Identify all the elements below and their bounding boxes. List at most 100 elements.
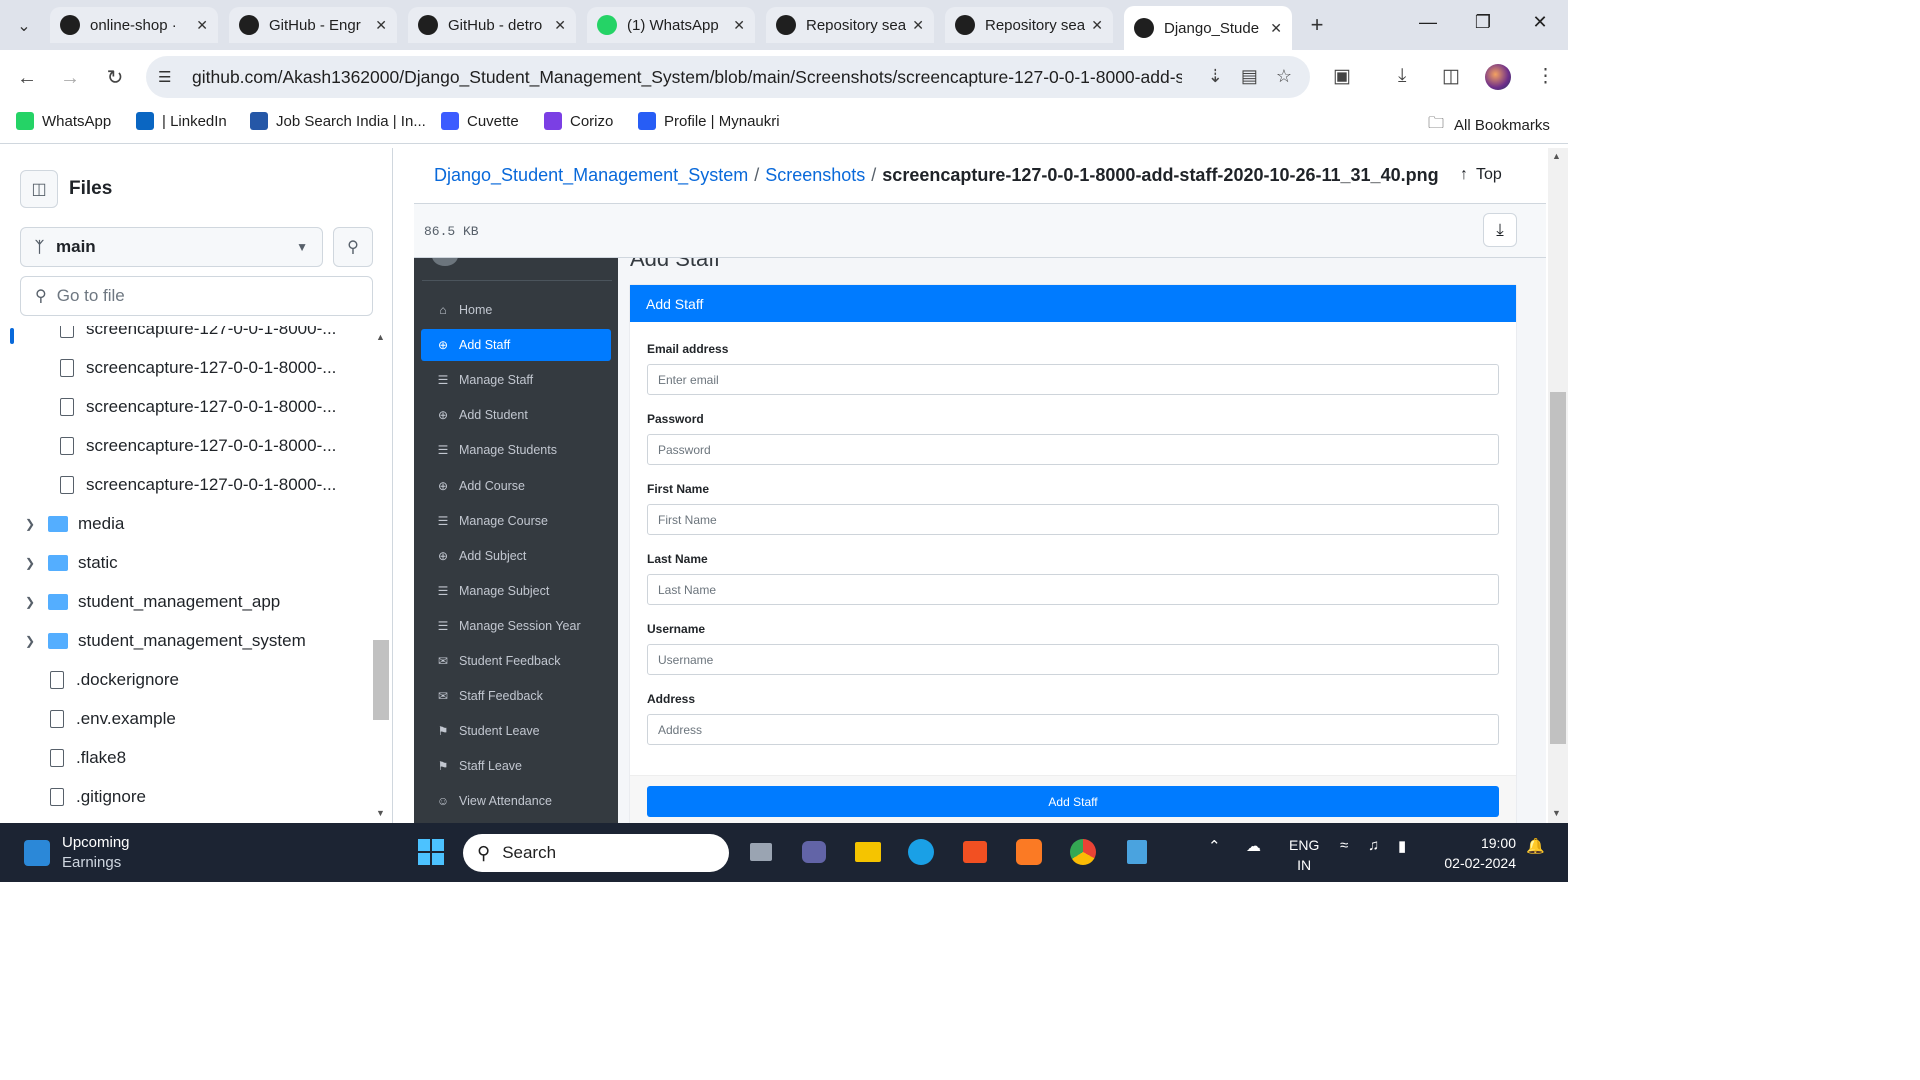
bookmark-label: Corizo [570, 112, 614, 130]
close-tab-icon[interactable]: ✕ [733, 17, 745, 34]
breadcrumb-repo-link[interactable]: Django_Student_Management_System [434, 165, 748, 186]
browser-tab[interactable]: GitHub - detro ✕ [408, 7, 576, 43]
close-tab-icon[interactable]: ✕ [1270, 20, 1282, 37]
browser-tab[interactable]: (1) WhatsApp ✕ [587, 7, 755, 43]
bookmark-item[interactable]: Cuvette [441, 112, 519, 130]
wifi-icon[interactable]: ≈ [1340, 837, 1348, 854]
tree-folder-item[interactable]: ❯ media [0, 504, 360, 543]
tree-file-item[interactable]: .gitignore [0, 777, 360, 816]
tree-folder-item[interactable]: ❯ static [0, 543, 360, 582]
tab-label: GitHub - detro [448, 16, 543, 34]
tree-file-item[interactable]: screencapture-127-0-0-1-8000-... [0, 326, 360, 348]
install-app-icon[interactable]: ⇣ [1208, 66, 1223, 87]
site-info-icon[interactable]: ☰ [158, 68, 182, 86]
edge-icon[interactable] [904, 835, 938, 869]
volume-icon[interactable]: ♫ [1368, 837, 1379, 854]
address-bar[interactable]: ☰ github.com/Akash1362000/Django_Student… [146, 56, 1310, 98]
task-view-icon[interactable] [744, 835, 778, 869]
preview-nav-item: ☰ Manage Course [421, 505, 611, 537]
restore-button[interactable]: ❐ [1468, 12, 1498, 33]
notepad-icon[interactable] [1120, 835, 1154, 869]
battery-icon[interactable]: ▮ [1398, 837, 1406, 855]
scroll-up-icon[interactable]: ▲ [376, 332, 385, 342]
notifications-bell-icon[interactable]: 🔔 [1526, 837, 1545, 855]
page-scrollbar[interactable]: ▲ ▼ [1548, 148, 1568, 823]
chrome-icon[interactable] [1066, 835, 1100, 869]
minimize-button[interactable]: — [1413, 12, 1443, 33]
browser-tab[interactable]: GitHub - Engr ✕ [229, 7, 397, 43]
chevron-right-icon[interactable]: ❯ [20, 595, 40, 609]
tree-file-item[interactable]: .dockerignore [0, 660, 360, 699]
browser-tab[interactable]: Repository sea ✕ [766, 7, 934, 43]
collapse-panel-icon[interactable]: ◫ [20, 170, 58, 208]
scroll-down-icon[interactable]: ▼ [1552, 808, 1561, 818]
file-explorer-icon[interactable] [851, 835, 885, 869]
tree-file-item[interactable]: .flake8 [0, 738, 360, 777]
language-indicator[interactable]: ENG IN [1289, 835, 1319, 875]
xampp-icon[interactable] [1012, 835, 1046, 869]
search-button[interactable]: ⚲ [333, 227, 373, 267]
bookmark-star-icon[interactable]: ☆ [1276, 66, 1292, 87]
go-to-file-input[interactable]: ⚲ Go to file [20, 276, 373, 316]
extensions-icon[interactable]: ▣ [1333, 65, 1351, 88]
taskbar-search[interactable]: ⚲ Search [463, 834, 729, 872]
image-preview: ⌂ Home ⊕ Add Staff ☰ Manage Staff ⊕ Add Student… [414, 258, 1546, 823]
tree-file-item[interactable]: screencapture-127-0-0-1-8000-... [0, 348, 360, 387]
all-bookmarks[interactable]: 🗀 All Bookmarks [1428, 112, 1550, 139]
browser-tab[interactable]: Repository sea ✕ [945, 7, 1113, 43]
chevron-right-icon[interactable]: ❯ [20, 517, 40, 531]
close-tab-icon[interactable]: ✕ [375, 17, 387, 34]
download-raw-button[interactable]: ⤓ [1483, 213, 1517, 247]
bookmark-item[interactable]: Job Search India | In... [250, 112, 426, 130]
translate-icon[interactable]: ▤ [1241, 66, 1258, 87]
profile-avatar[interactable] [1485, 64, 1511, 90]
file-tree-sidebar: ◫ Files ᛉ main ▼ ⚲ ⚲ Go to file screenca… [0, 148, 393, 823]
scroll-down-icon[interactable]: ▼ [376, 808, 385, 818]
browser-tab[interactable]: online-shop · ✕ [50, 7, 218, 43]
browser-tab[interactable]: Django_Stude ✕ [1124, 6, 1292, 50]
downloads-icon[interactable]: ⤓ [1398, 65, 1406, 87]
weather-widget[interactable]: Upcoming Earnings [24, 833, 130, 873]
back-button[interactable]: ← [14, 65, 40, 91]
chevron-right-icon[interactable]: ❯ [20, 556, 40, 570]
menu-kebab-icon[interactable]: ⋮ [1536, 65, 1555, 88]
reload-button[interactable]: ↻ [102, 65, 128, 91]
tree-file-item[interactable]: screencapture-127-0-0-1-8000-... [0, 465, 360, 504]
branch-selector[interactable]: ᛉ main ▼ [20, 227, 323, 267]
onedrive-cloud-icon[interactable]: ☁ [1246, 837, 1261, 855]
top-link[interactable]: ↑ Top [1460, 166, 1502, 184]
store-icon[interactable] [958, 835, 992, 869]
forward-button[interactable]: → [57, 65, 83, 91]
close-window-button[interactable]: ✕ [1525, 12, 1555, 33]
tab-search-chevron-icon[interactable]: ⌄ [10, 12, 38, 40]
tree-folder-item[interactable]: ❯ student_management_app [0, 582, 360, 621]
sidebar-scroll-thumb[interactable] [373, 640, 389, 720]
close-tab-icon[interactable]: ✕ [912, 17, 924, 34]
close-tab-icon[interactable]: ✕ [196, 17, 208, 34]
close-tab-icon[interactable]: ✕ [554, 17, 566, 34]
page-scroll-thumb[interactable] [1550, 392, 1566, 744]
bookmark-item[interactable]: WhatsApp [16, 112, 111, 130]
bookmark-item[interactable]: Profile | Mynaukri [638, 112, 780, 130]
bookmark-item[interactable]: Corizo [544, 112, 613, 130]
side-panel-icon[interactable]: ◫ [1442, 65, 1460, 88]
tree-file-item[interactable]: .env.example [0, 699, 360, 738]
close-tab-icon[interactable]: ✕ [1091, 17, 1103, 34]
tree-file-item[interactable]: screencapture-127-0-0-1-8000-... [0, 387, 360, 426]
file-icon [60, 358, 74, 377]
sidebar-scrollbar[interactable]: ▲ ▼ [372, 326, 390, 823]
tree-folder-item[interactable]: ❯ student_management_system [0, 621, 360, 660]
scroll-up-icon[interactable]: ▲ [1552, 151, 1561, 161]
github-icon [776, 15, 796, 35]
new-tab-button[interactable]: + [1303, 11, 1331, 39]
tree-file-item[interactable]: screencapture-127-0-0-1-8000-... [0, 426, 360, 465]
start-windows-icon[interactable] [414, 835, 448, 869]
list-icon: ☰ [437, 583, 449, 598]
chevron-right-icon[interactable]: ❯ [20, 634, 40, 648]
show-hidden-icons-chevron-icon[interactable]: ⌃ [1208, 837, 1221, 855]
teams-meet-icon[interactable] [797, 835, 831, 869]
preview-nav-label: Manage Course [459, 513, 548, 528]
breadcrumb-folder-link[interactable]: Screenshots [765, 165, 865, 186]
clock[interactable]: 19:00 02-02-2024 [1438, 833, 1516, 873]
bookmark-item[interactable]: | LinkedIn [136, 112, 227, 130]
